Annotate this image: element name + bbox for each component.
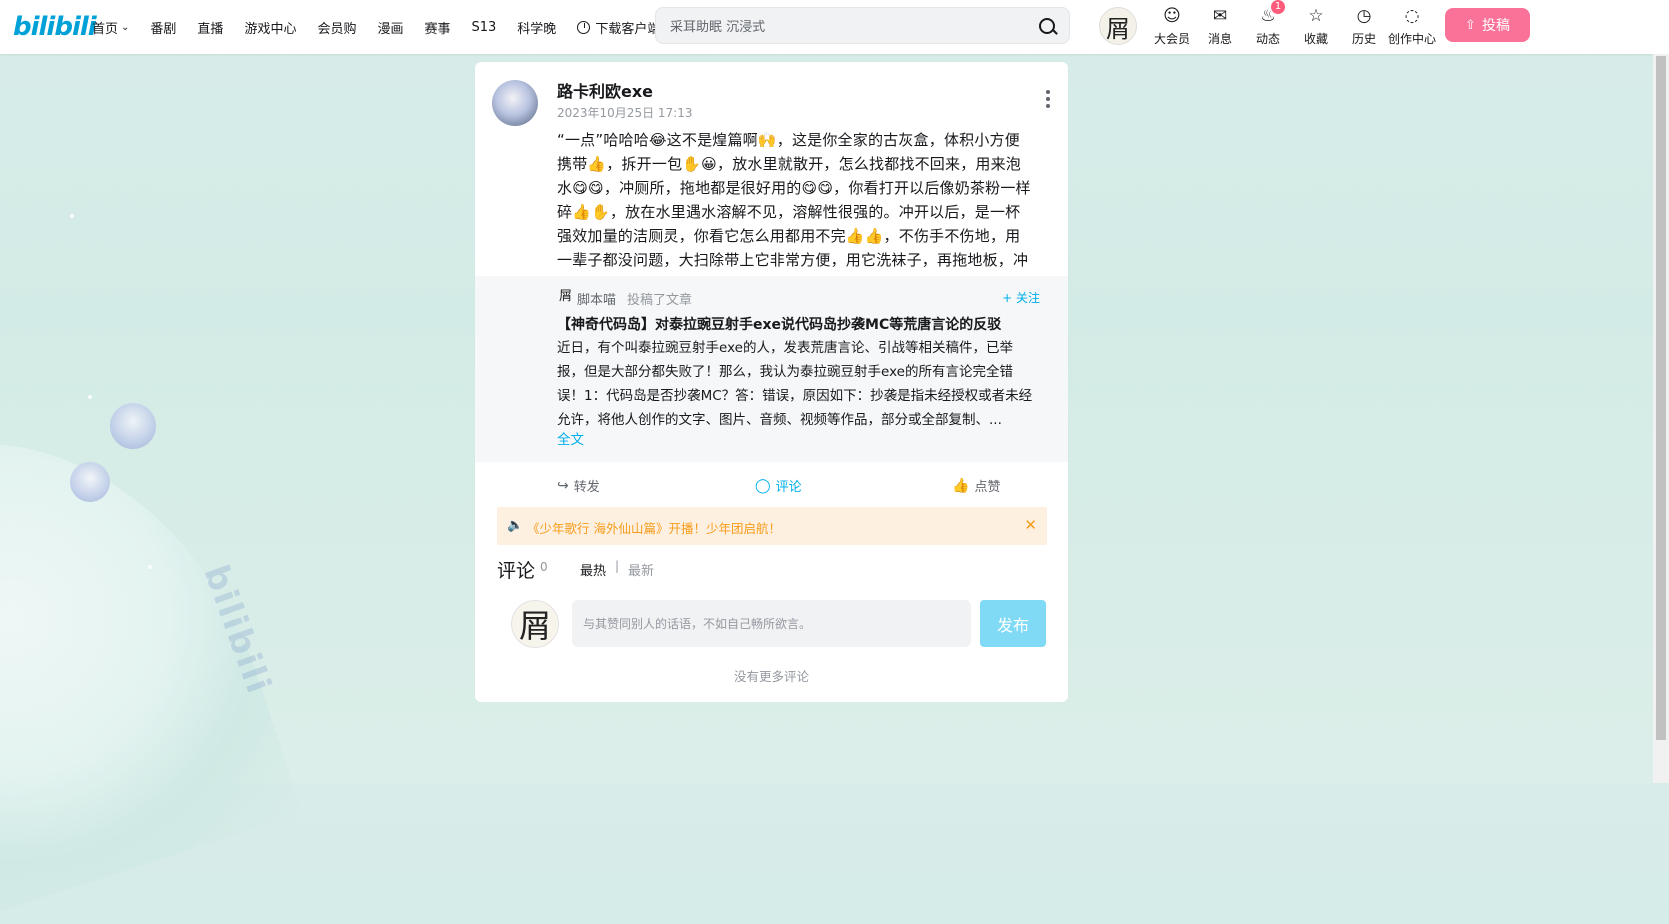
background-dot: [88, 395, 92, 399]
notice-banner[interactable]: 🔈 《少年歌行 海外仙山篇》开播！少年团启航！ ✕: [497, 507, 1047, 545]
post-time: 2023年10月25日 17:13: [557, 106, 693, 120]
header-history[interactable]: ◷ 历史: [1340, 6, 1388, 47]
top-navigation-bar: bilibili 首页 ⌄ 番剧 直播 游戏中心 会员购 漫画 赛事 S13 科…: [0, 0, 1669, 54]
follow-button[interactable]: + 关注: [1002, 289, 1040, 306]
upload-button[interactable]: ⇧ 投稿: [1445, 8, 1530, 42]
background-character: [70, 462, 110, 502]
chevron-down-icon: ⌄: [121, 21, 130, 33]
publish-button[interactable]: 发布: [980, 600, 1046, 647]
header-creator-center[interactable]: ◌ 创作中心: [1388, 6, 1436, 47]
nav-home-label: 首页: [92, 21, 119, 37]
download-icon: [577, 20, 591, 34]
nav-manga[interactable]: 漫画: [377, 18, 403, 37]
notice-text[interactable]: 《少年歌行 海外仙山篇》开播！少年团启航！: [527, 518, 781, 537]
header-dynamic-label: 动态: [1255, 32, 1280, 46]
nav-shop[interactable]: 会员购: [317, 18, 356, 37]
nav-science[interactable]: 科学晚: [517, 18, 556, 37]
header-creator-center-label: 创作中心: [1388, 32, 1437, 46]
message-icon: ✉: [1212, 6, 1228, 26]
clock-icon: ◷: [1356, 6, 1372, 26]
sort-hot-tab[interactable]: 最热: [580, 560, 606, 579]
background-character: [110, 403, 156, 449]
share-label: 转发: [573, 480, 600, 495]
post-actions: ↪ 转发 ◯ 评论 👍 点赞: [475, 472, 1068, 498]
upload-label: 投稿: [1481, 18, 1510, 34]
nav-home[interactable]: 首页 ⌄: [92, 18, 129, 37]
more-options-icon[interactable]: [1046, 90, 1050, 111]
read-full-link[interactable]: 全文: [557, 428, 584, 448]
nav-live[interactable]: 直播: [197, 18, 223, 37]
speaker-icon: 🔈: [507, 518, 524, 533]
notification-badge: 1: [1271, 0, 1285, 14]
background-dot: [70, 214, 74, 218]
nav-anime[interactable]: 番剧: [150, 18, 176, 37]
page-scrollbar[interactable]: [1653, 54, 1669, 783]
background-dot: [148, 565, 152, 569]
header-messages-label: 消息: [1207, 32, 1232, 46]
header-vip[interactable]: ☺ 大会员: [1148, 6, 1196, 47]
author-avatar[interactable]: [492, 80, 538, 126]
header-messages[interactable]: ✉ 消息: [1196, 6, 1244, 47]
article-excerpt: 近日，有个叫泰拉豌豆射手exe的人，发表荒唐言论、引战等相关稿件，已举报，但是大…: [557, 340, 1033, 428]
comment-icon: ◯: [755, 477, 771, 494]
star-icon: ☆: [1308, 6, 1324, 26]
sort-divider: |: [615, 559, 620, 573]
article-title[interactable]: 【神奇代码岛】对泰拉豌豆射手exe说代码岛抄袭MC等荒唐言论的反驳: [557, 314, 1037, 334]
thumbs-up-icon: 👍: [952, 477, 970, 494]
forward-author-name[interactable]: 脚本喵: [577, 289, 616, 308]
comment-button[interactable]: ◯ 评论: [755, 476, 802, 496]
header-favorites[interactable]: ☆ 收藏: [1292, 6, 1340, 47]
search-box: [655, 7, 1070, 44]
nav-game-center[interactable]: 游戏中心: [244, 18, 296, 37]
share-button[interactable]: ↪ 转发: [557, 476, 600, 496]
vip-icon: ☺: [1163, 6, 1181, 26]
header-right-menu: ☺ 大会员 ✉ 消息 ♨ 1 动态 ☆ 收藏 ◷ 历史 ◌ 创作中心: [1148, 0, 1436, 47]
close-icon[interactable]: ✕: [1024, 516, 1037, 534]
forwarded-article[interactable]: 屑 脚本喵 投稿了文章 + 关注 【神奇代码岛】对泰拉豌豆射手exe说代码岛抄袭…: [475, 276, 1068, 462]
nav-match[interactable]: 赛事: [424, 18, 450, 37]
main-nav: 首页 ⌄ 番剧 直播 游戏中心 会员购 漫画 赛事 S13 科学晚 下载客户端 …: [92, 0, 699, 54]
comment-input[interactable]: [572, 600, 971, 647]
author-name[interactable]: 路卡利欧exe: [557, 78, 653, 102]
no-more-comments: 没有更多评论: [733, 669, 809, 684]
my-avatar: 屑: [511, 600, 559, 648]
share-icon: ↪: [557, 477, 569, 494]
comments-title: 评论: [497, 560, 536, 582]
forward-action-text: 投稿了文章: [627, 293, 693, 308]
dynamic-icon: ♨: [1260, 6, 1276, 26]
avatar[interactable]: 屑: [1099, 7, 1137, 45]
header-favorites-label: 收藏: [1303, 32, 1328, 46]
forward-author-avatar[interactable]: 屑: [558, 289, 573, 304]
like-button[interactable]: 👍 点赞: [952, 476, 1001, 496]
post-card: 路卡利欧exe 2023年10月25日 17:13 “一点”哈哈哈😂这不是煌篇啊…: [475, 62, 1068, 702]
comment-label: 评论: [775, 480, 802, 495]
download-label: 下载客户端: [595, 21, 661, 37]
search-icon[interactable]: [1039, 18, 1055, 34]
bulb-icon: ◌: [1404, 6, 1420, 26]
comments-count: 0: [540, 560, 548, 574]
header-vip-label: 大会员: [1153, 32, 1190, 46]
header-history-label: 历史: [1351, 32, 1376, 46]
nav-s13[interactable]: S13: [472, 20, 497, 35]
sort-new-tab[interactable]: 最新: [628, 560, 654, 579]
like-label: 点赞: [974, 480, 1001, 495]
search-input[interactable]: [668, 16, 1032, 38]
scrollbar-thumb[interactable]: [1656, 56, 1666, 740]
header-dynamic[interactable]: ♨ 1 动态: [1244, 0, 1292, 47]
upload-icon: ⇧: [1465, 17, 1476, 33]
bilibili-logo[interactable]: bilibili: [13, 12, 97, 42]
